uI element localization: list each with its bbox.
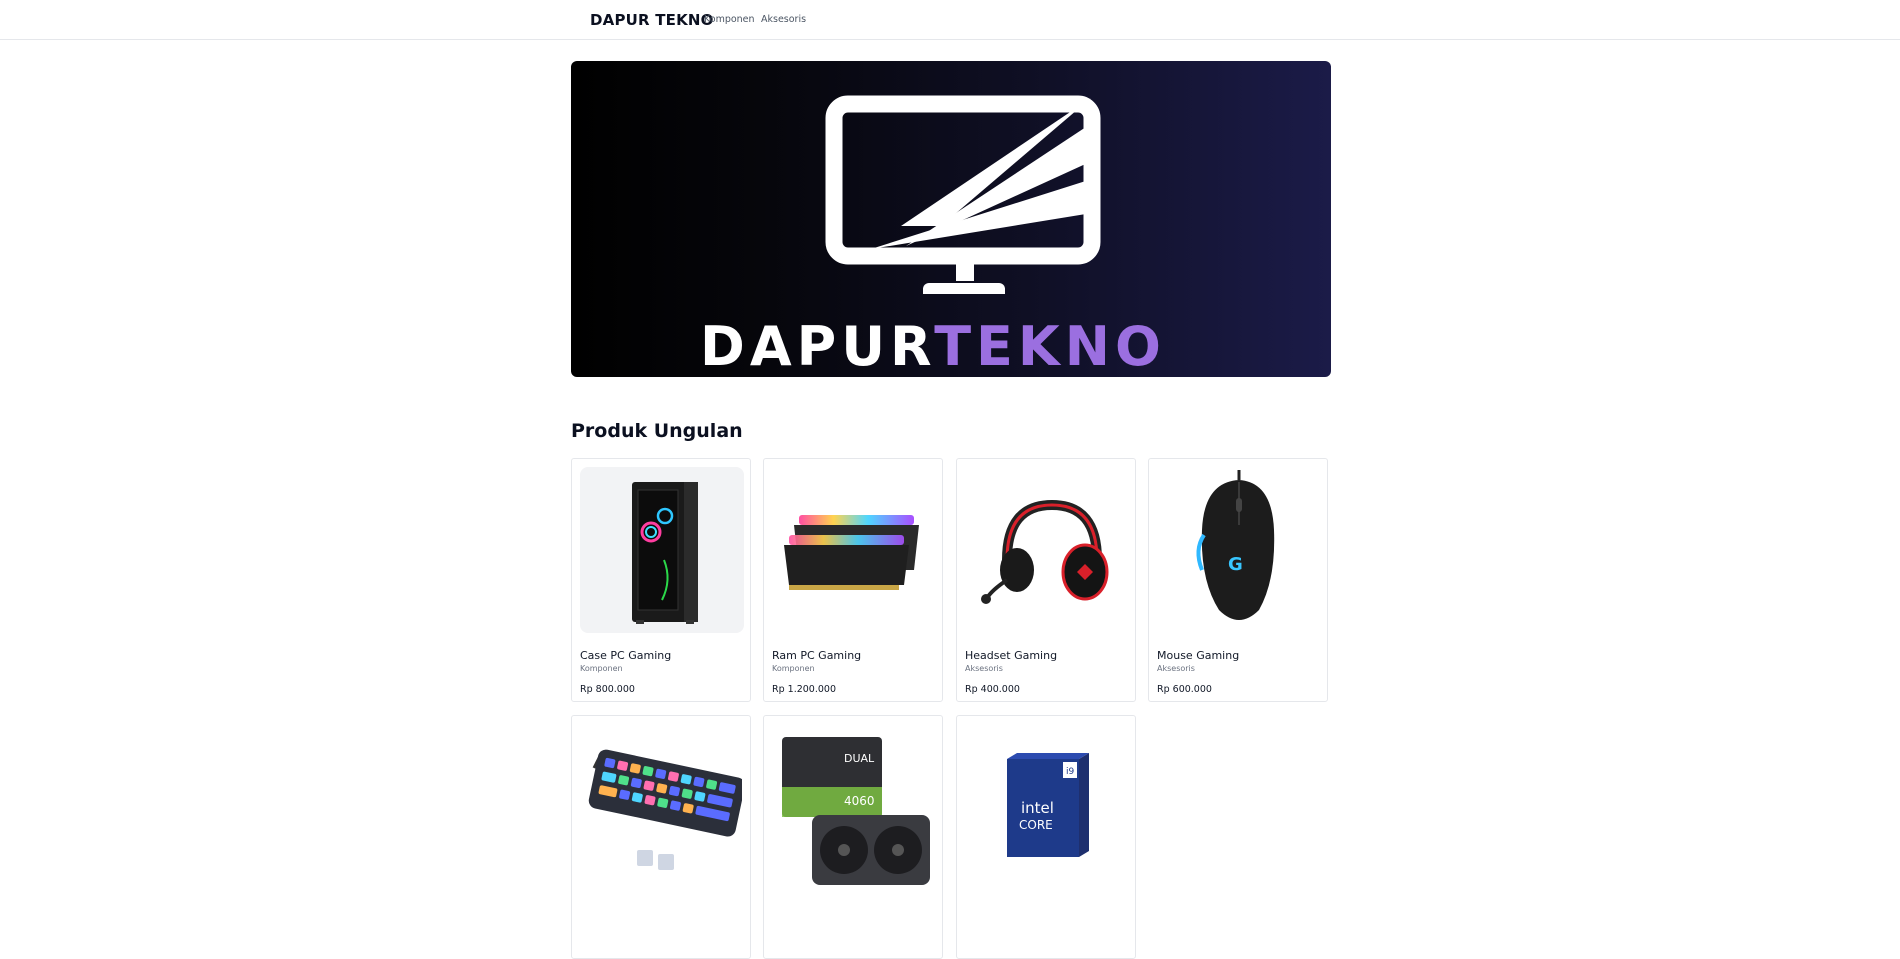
- pc-case-image: [580, 467, 744, 633]
- product-card[interactable]: Ram PC Gaming Komponen Rp 1.200.000: [763, 458, 943, 702]
- product-price: Rp 800.000: [580, 684, 635, 695]
- product-name: Headset Gaming: [965, 649, 1058, 662]
- hero-word-dapur: DAPUR: [700, 315, 935, 377]
- product-category: Aksesoris: [1157, 664, 1195, 673]
- product-price: Rp 1.200.000: [772, 684, 836, 695]
- product-price: Rp 400.000: [965, 684, 1020, 695]
- product-card[interactable]: DUAL 4060: [763, 715, 943, 959]
- product-card[interactable]: G Mouse Gaming Aksesoris Rp 600.000: [1148, 458, 1328, 702]
- product-name: Case PC Gaming: [580, 649, 672, 662]
- nav-link-aksesoris[interactable]: Aksesoris: [761, 14, 806, 25]
- keyboard-image: [580, 724, 744, 890]
- navbar: DAPUR TEKNO Komponen Aksesoris: [0, 0, 1900, 40]
- headset-image: [965, 467, 1129, 633]
- brand-logo-link[interactable]: DAPUR TEKNO: [590, 11, 714, 29]
- product-card[interactable]: [571, 715, 751, 959]
- cpu-box-brand: intel: [1021, 799, 1054, 817]
- product-card[interactable]: Case PC Gaming Komponen Rp 800.000: [571, 458, 751, 702]
- product-category: Komponen: [772, 664, 815, 673]
- gpu-box-model: 4060: [844, 794, 875, 808]
- nav-link-komponen[interactable]: Komponen: [704, 14, 755, 25]
- product-category: Komponen: [580, 664, 623, 673]
- product-name: Ram PC Gaming: [772, 649, 862, 662]
- cpu-box-tier: i9: [1066, 767, 1075, 777]
- cpu-box-line: CORE: [1019, 818, 1053, 832]
- ram-image: [772, 467, 936, 633]
- product-card[interactable]: i9 intel CORE: [956, 715, 1136, 959]
- cpu-box-image: i9 intel CORE: [965, 724, 1129, 890]
- hero-banner: DAPURTEKNO: [571, 61, 1331, 377]
- product-category: Aksesoris: [965, 664, 1003, 673]
- gpu-image: DUAL 4060: [772, 724, 936, 890]
- product-name: Mouse Gaming: [1157, 649, 1240, 662]
- svg-text:G: G: [1228, 554, 1243, 575]
- product-price: Rp 600.000: [1157, 684, 1212, 695]
- product-card[interactable]: Headset Gaming Aksesoris Rp 400.000: [956, 458, 1136, 702]
- section-title: Produk Ungulan: [571, 420, 743, 442]
- mouse-image: G: [1157, 467, 1321, 633]
- hero-word-tekno: TEKNO: [934, 315, 1166, 377]
- gpu-box-text: DUAL: [844, 752, 875, 765]
